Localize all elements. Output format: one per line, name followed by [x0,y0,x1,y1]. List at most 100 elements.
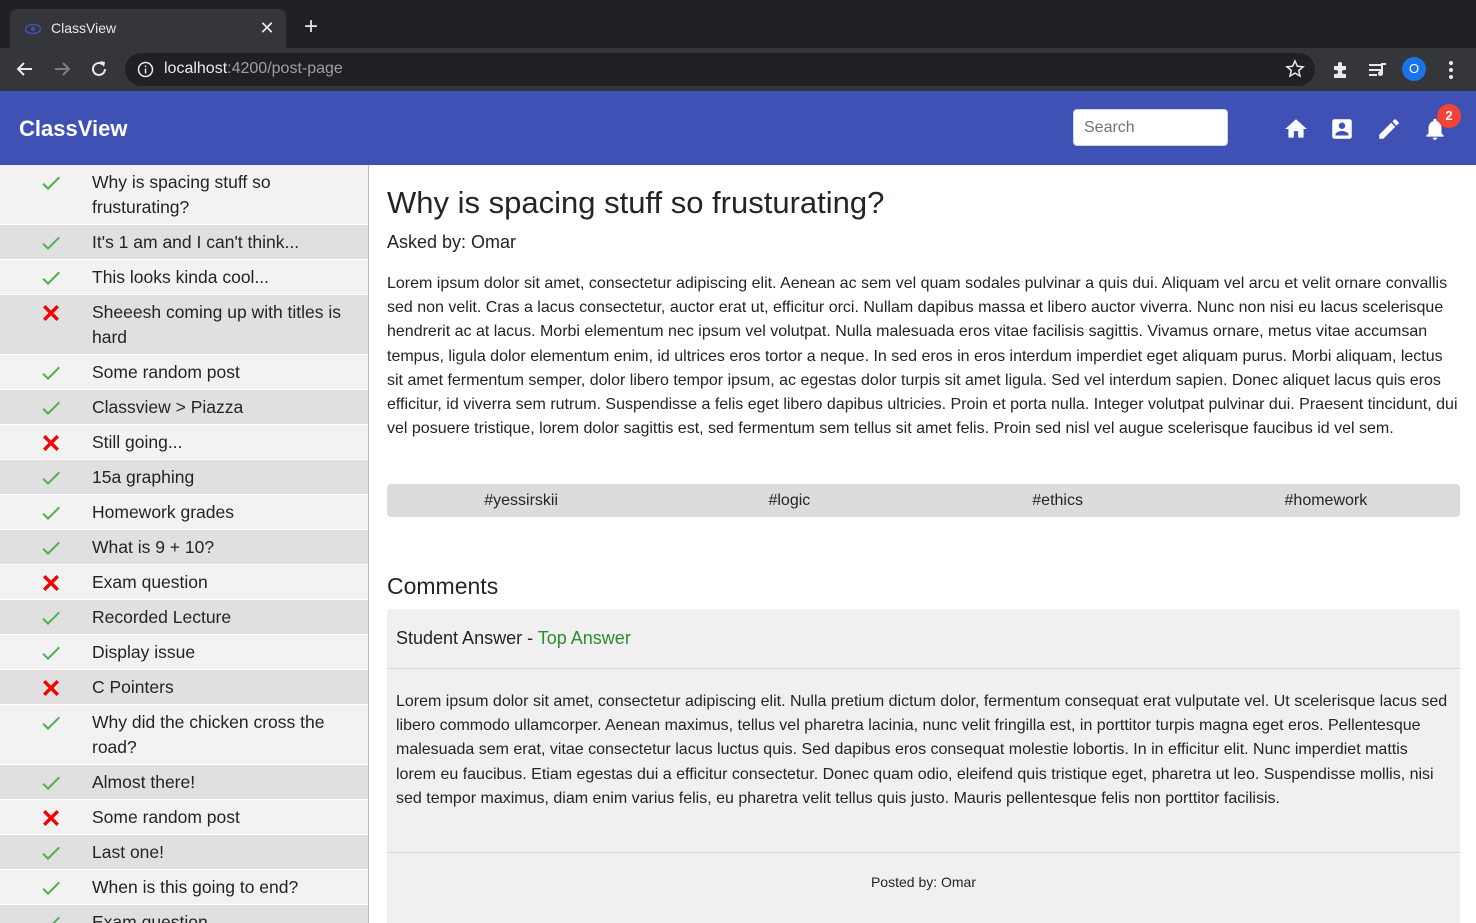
tag-bar: #yessirskii #logic #ethics #homework [387,484,1460,517]
cross-icon [43,435,59,451]
post-item-title: Why is spacing stuff so frusturating? [92,172,271,217]
post-status [0,565,92,599]
post-status [0,635,92,669]
url-text: localhost:4200/post-page [164,60,343,78]
comment-body: Lorem ipsum dolor sit amet, consectetur … [387,669,1460,853]
sidebar-post-item[interactable]: Some random post [0,355,368,390]
cross-icon [43,680,59,696]
check-icon [42,846,60,860]
url-host: localhost [164,60,228,77]
back-icon[interactable] [14,58,36,80]
forward-icon[interactable] [51,58,73,80]
extensions-icon[interactable] [1330,59,1352,81]
post-status [0,600,92,634]
sidebar-post-item[interactable]: Still going... [0,425,368,460]
sidebar-post-item[interactable]: Classview > Piazza [0,390,368,425]
check-icon [42,611,60,625]
sidebar-post-item[interactable]: It's 1 am and I can't think... [0,225,368,260]
post-item-title: This looks kinda cool... [92,267,270,287]
more-menu-icon[interactable] [1440,59,1462,81]
post-item-title: Recorded Lecture [92,607,232,627]
check-icon [42,776,60,790]
account-box-icon[interactable] [1329,116,1355,142]
post-item-title: It's 1 am and I can't think... [92,232,300,252]
sidebar-post-item[interactable]: Almost there! [0,765,368,800]
tag[interactable]: #logic [655,484,923,517]
check-icon [42,366,60,380]
check-icon [42,506,60,520]
home-icon[interactable] [1283,116,1309,142]
sidebar-post-item[interactable]: Homework grades [0,495,368,530]
check-icon [42,471,60,485]
sidebar-post-item[interactable]: When is this going to end? [0,870,368,905]
post-item-title: 15a graphing [92,467,195,487]
check-icon [43,916,60,923]
post-status [0,835,92,869]
edit-pencil-icon[interactable] [1376,116,1402,142]
check-icon [42,176,60,190]
sidebar-post-item[interactable]: What is 9 + 10? [0,530,368,565]
post-item-title: Some random post [92,807,240,827]
url-path: :4200/post-page [227,60,343,77]
reload-icon[interactable] [88,58,110,80]
notification-badge[interactable]: 2 [1437,104,1461,128]
sidebar-post-item[interactable]: Last one! [0,835,368,870]
sidebar-post-item[interactable]: C Pointers [0,670,368,705]
post-item-title: Almost there! [92,772,196,792]
sidebar-post-item[interactable]: Why did the chicken cross the road? [0,705,368,765]
info-icon[interactable] [137,61,154,78]
comment-header: Student Answer - Top Answer [387,609,1460,669]
post-status [0,530,92,564]
post-item-title: Homework grades [92,502,234,522]
brand-logo[interactable]: ClassView [19,116,127,142]
post-status [0,390,92,424]
post-item-title: Still going... [92,432,183,452]
sidebar-post-item[interactable]: Exam question [0,905,368,923]
post-item-title: Why did the chicken cross the road? [92,712,325,757]
sidebar-post-item[interactable]: Some random post [0,800,368,835]
sidebar-post-item[interactable]: Display issue [0,635,368,670]
bookmark-star-icon[interactable] [1285,59,1305,79]
tab-title: ClassView [51,20,117,36]
new-tab-icon[interactable]: + [299,15,323,40]
post-status [0,460,92,494]
post-item-title: Exam question [92,572,208,592]
check-icon [42,401,60,415]
post-item-title: Sheeesh coming up with titles is hard [92,302,342,347]
post-status [0,425,92,459]
sidebar-post-item[interactable]: Exam question [0,565,368,600]
check-icon [42,881,60,895]
address-bar[interactable]: localhost:4200/post-page [125,53,1315,86]
check-icon [42,716,60,730]
post-item-title: Exam question [92,912,208,923]
check-icon [42,236,60,250]
post-status [0,905,92,923]
media-queue-icon[interactable] [1367,59,1389,81]
search-input[interactable] [1073,109,1228,146]
browser-tab[interactable]: ClassView ✕ [10,9,286,48]
post-item-title: When is this going to end? [92,877,299,897]
sidebar-post-item[interactable]: Recorded Lecture [0,600,368,635]
tag[interactable]: #homework [1192,484,1460,517]
comment-footer: Posted by: Omar [870,874,977,890]
post-status [0,295,92,354]
sidebar-post-item[interactable]: 15a graphing [0,460,368,495]
close-tab-icon[interactable]: ✕ [258,17,276,39]
sidebar-post-item[interactable]: Why is spacing stuff so frusturating? [0,165,368,225]
cross-icon [43,575,59,591]
tag[interactable]: #ethics [924,484,1192,517]
post-status [0,260,92,294]
cross-icon [43,305,59,321]
comment-card: Student Answer - Top Answer Lorem ipsum … [387,609,1460,923]
profile-avatar[interactable]: O [1402,57,1426,81]
app-navbar: ClassView [0,91,1476,165]
post-item-title: Classview > Piazza [92,397,244,417]
check-icon [42,541,60,555]
post-item-title: What is 9 + 10? [92,537,215,557]
post-status [0,765,92,799]
sidebar-post-item[interactable]: Sheeesh coming up with titles is hard [0,295,368,355]
check-icon [42,646,60,660]
sidebar-post-item[interactable]: This looks kinda cool... [0,260,368,295]
tag[interactable]: #yessirskii [387,484,655,517]
post-status [0,705,92,764]
